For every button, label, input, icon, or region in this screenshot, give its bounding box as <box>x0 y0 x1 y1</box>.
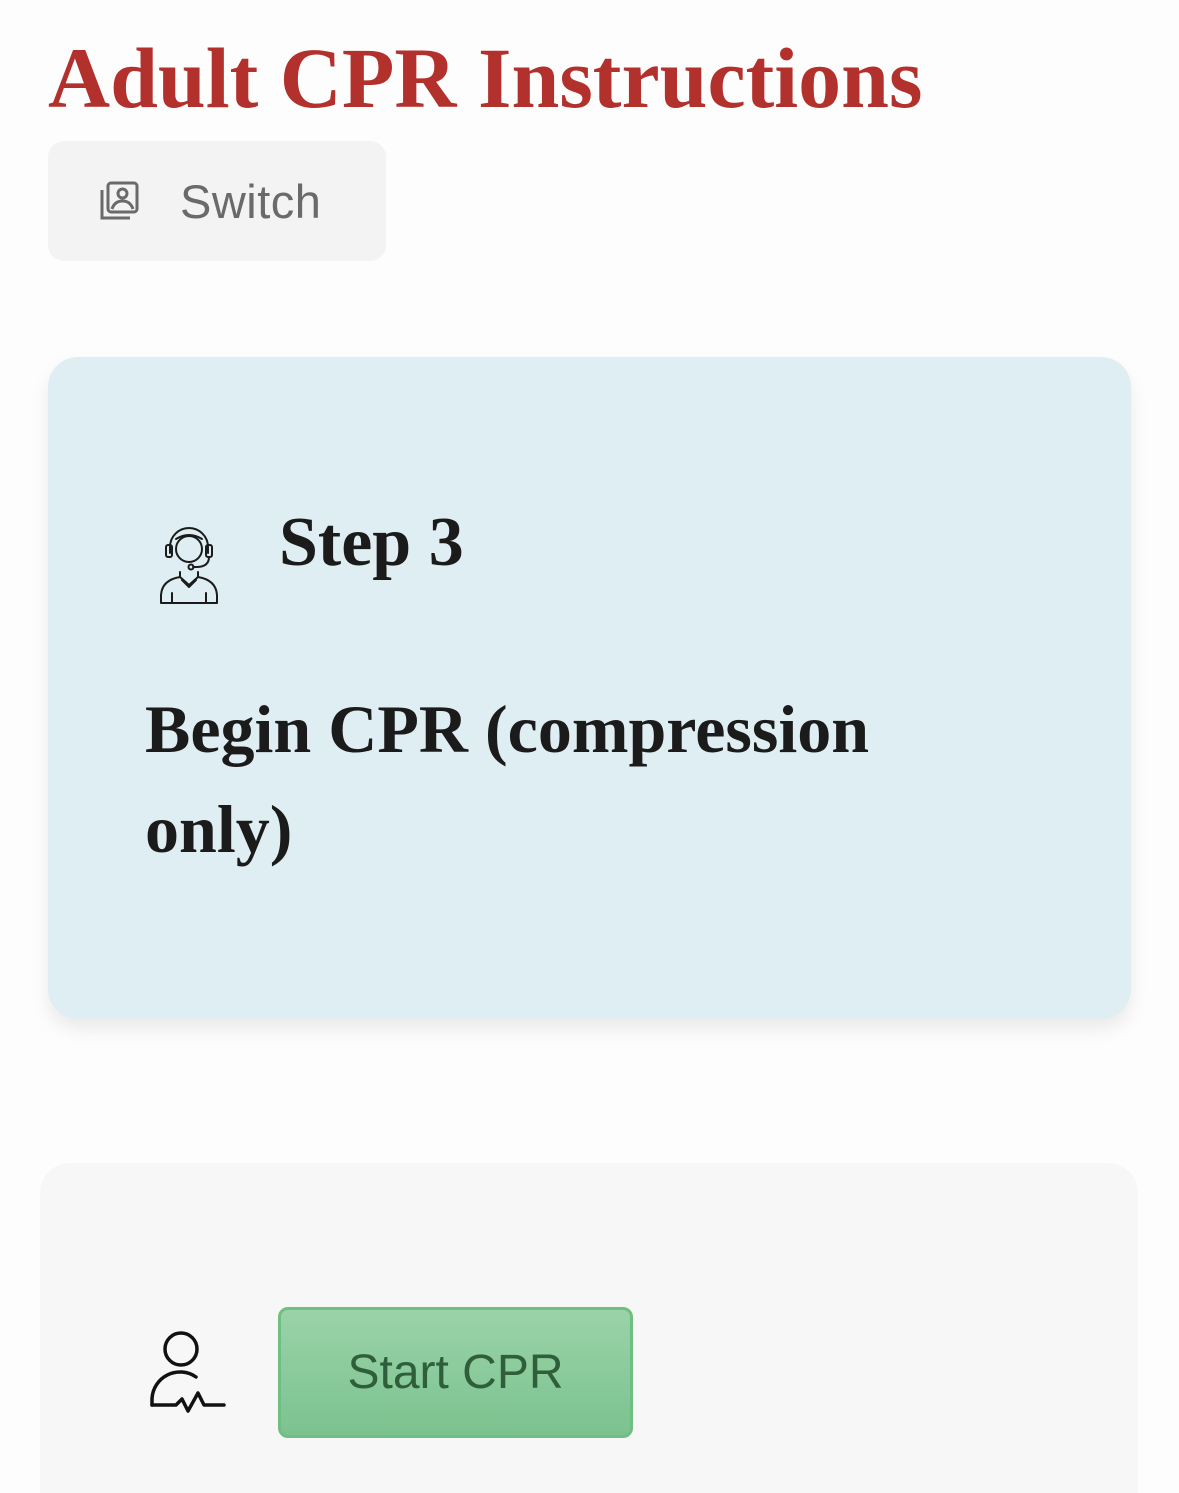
start-cpr-button[interactable]: Start CPR <box>278 1307 633 1438</box>
action-card: Start CPR <box>40 1163 1138 1493</box>
switch-button[interactable]: Switch <box>48 141 386 261</box>
call-operator-icon <box>158 525 220 605</box>
step-card: Step 3 Begin CPR (compression only) <box>48 357 1131 1019</box>
switch-button-label: Switch <box>180 174 322 228</box>
photo-album-icon <box>98 180 140 222</box>
cpr-instructions-page: Adult CPR Instructions Switch Step 3 Beg… <box>0 0 1179 1493</box>
page-title: Adult CPR Instructions <box>48 30 923 126</box>
step-instruction: Begin CPR (compression only) <box>145 691 870 867</box>
patient-heartbeat-icon <box>148 1329 228 1417</box>
step-number: Step 3 <box>279 504 464 581</box>
